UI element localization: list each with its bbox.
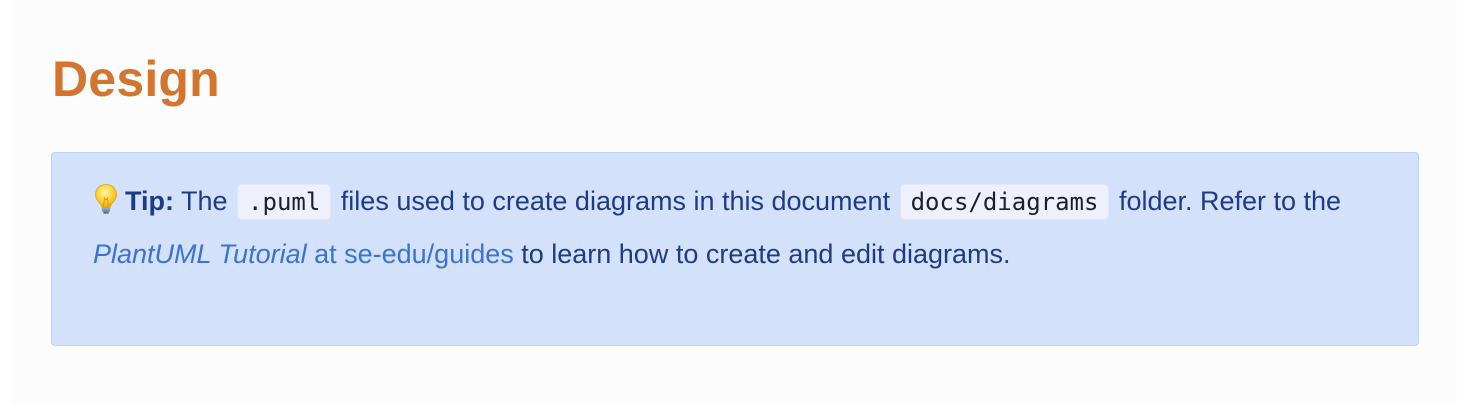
tip-text-segment: files used to create diagrams in this do… xyxy=(333,186,898,216)
document-page: Design Tip: The .puml files used to crea… xyxy=(10,0,1457,404)
plantuml-tutorial-link[interactable]: PlantUML Tutorial at se-edu/guides xyxy=(93,239,514,269)
tip-label: Tip: xyxy=(125,186,174,216)
inline-code-puml: .puml xyxy=(237,184,332,220)
tip-text-segment: to learn how to create and edit diagrams… xyxy=(513,239,1011,269)
tip-paragraph: Tip: The .puml files used to create diag… xyxy=(93,177,1378,278)
inline-code-path: docs/diagrams xyxy=(899,184,1110,220)
section-heading: Design xyxy=(52,51,220,107)
tip-text-segment: The xyxy=(174,186,236,216)
tip-callout: Tip: The .puml files used to create diag… xyxy=(51,152,1419,346)
link-suffix: at se-edu/guides xyxy=(306,239,514,269)
link-title: PlantUML Tutorial xyxy=(93,239,307,269)
tip-text-segment: folder. Refer to the xyxy=(1111,186,1342,216)
lightbulb-icon xyxy=(93,182,119,230)
